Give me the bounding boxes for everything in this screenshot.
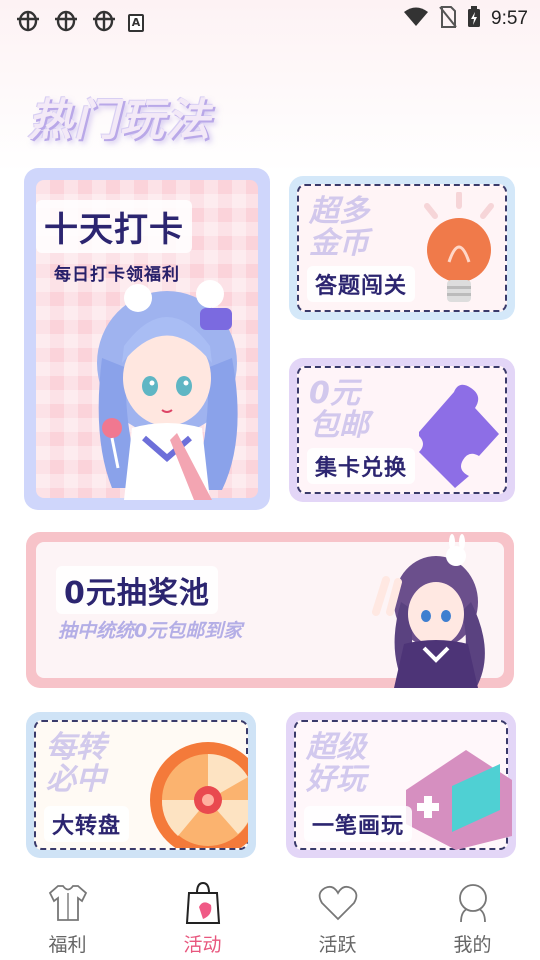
bug-icon [14,8,42,37]
anime-girl-illustration [97,280,238,500]
nav-label-welfare: 福利 [48,934,87,956]
nav-item-active[interactable]: 活跃 [270,868,405,960]
checkin-card[interactable]: 十天打卡 每日打卡领福利 [24,168,270,510]
wheel-faint-text: 每转 必中 [46,730,106,797]
status-left-icons: A [14,8,144,37]
wheel-label: 大转盘 [44,806,130,842]
status-right-icons: 9:57 [403,6,528,32]
puzzle-card[interactable]: 0元 包邮 集卡兑换 [289,358,515,502]
nav-label-activity: 活动 [183,934,222,956]
no-sim-icon [439,6,457,32]
nav-item-welfare[interactable]: 福利 [0,868,135,960]
puzzle-piece-icon [419,384,499,488]
draw-faint-text: 超级 好玩 [306,730,366,797]
quiz-label: 答题闯关 [307,266,416,302]
wheel-card[interactable]: 每转 必中 大转盘 [26,712,256,858]
puzzle-faint-text: 0元 包邮 [309,376,369,443]
light-bulb-icon [424,192,494,302]
prize-wheel-icon [150,742,248,848]
bug-icon [90,8,118,37]
anime-girl-lottery-illustration [372,534,485,688]
shirt-icon [46,882,90,924]
lottery-card[interactable]: 0元抽奖池 抽中统统0元包邮到家 [26,532,514,688]
game-console-icon [406,750,512,850]
battery-charging-icon [467,6,481,32]
quiz-faint-text: 超多 金币 [309,194,369,261]
text-a-icon: A [128,13,144,32]
quiz-card[interactable]: 超多 金币 答题闯关 [289,176,515,320]
bug-icon [52,8,80,37]
lottery-title: 0元抽奖池 [56,566,218,614]
draw-label: 一笔画玩 [304,806,413,842]
heart-icon [316,882,360,924]
nav-item-mine[interactable]: 我的 [405,868,540,960]
person-icon [451,882,495,924]
nav-item-activity[interactable]: 活动 [135,868,270,960]
nav-label-mine: 我的 [453,934,492,956]
bottom-nav: 福利 活动 活跃 我的 [0,868,540,960]
section-title: 热门玩法 [28,95,212,146]
status-time: 9:57 [491,8,528,29]
puzzle-label: 集卡兑换 [307,448,416,484]
checkin-subtitle: 每日打卡领福利 [54,265,180,285]
draw-card[interactable]: 超级 好玩 一笔画玩 [286,712,516,858]
gift-bag-icon [181,881,225,924]
lottery-subtitle: 抽中统统0元包邮到家 [58,620,243,642]
status-bar: A 9:57 [0,0,540,36]
wifi-icon [403,7,429,31]
nav-label-active: 活跃 [318,934,357,956]
checkin-title: 十天打卡 [36,200,192,253]
